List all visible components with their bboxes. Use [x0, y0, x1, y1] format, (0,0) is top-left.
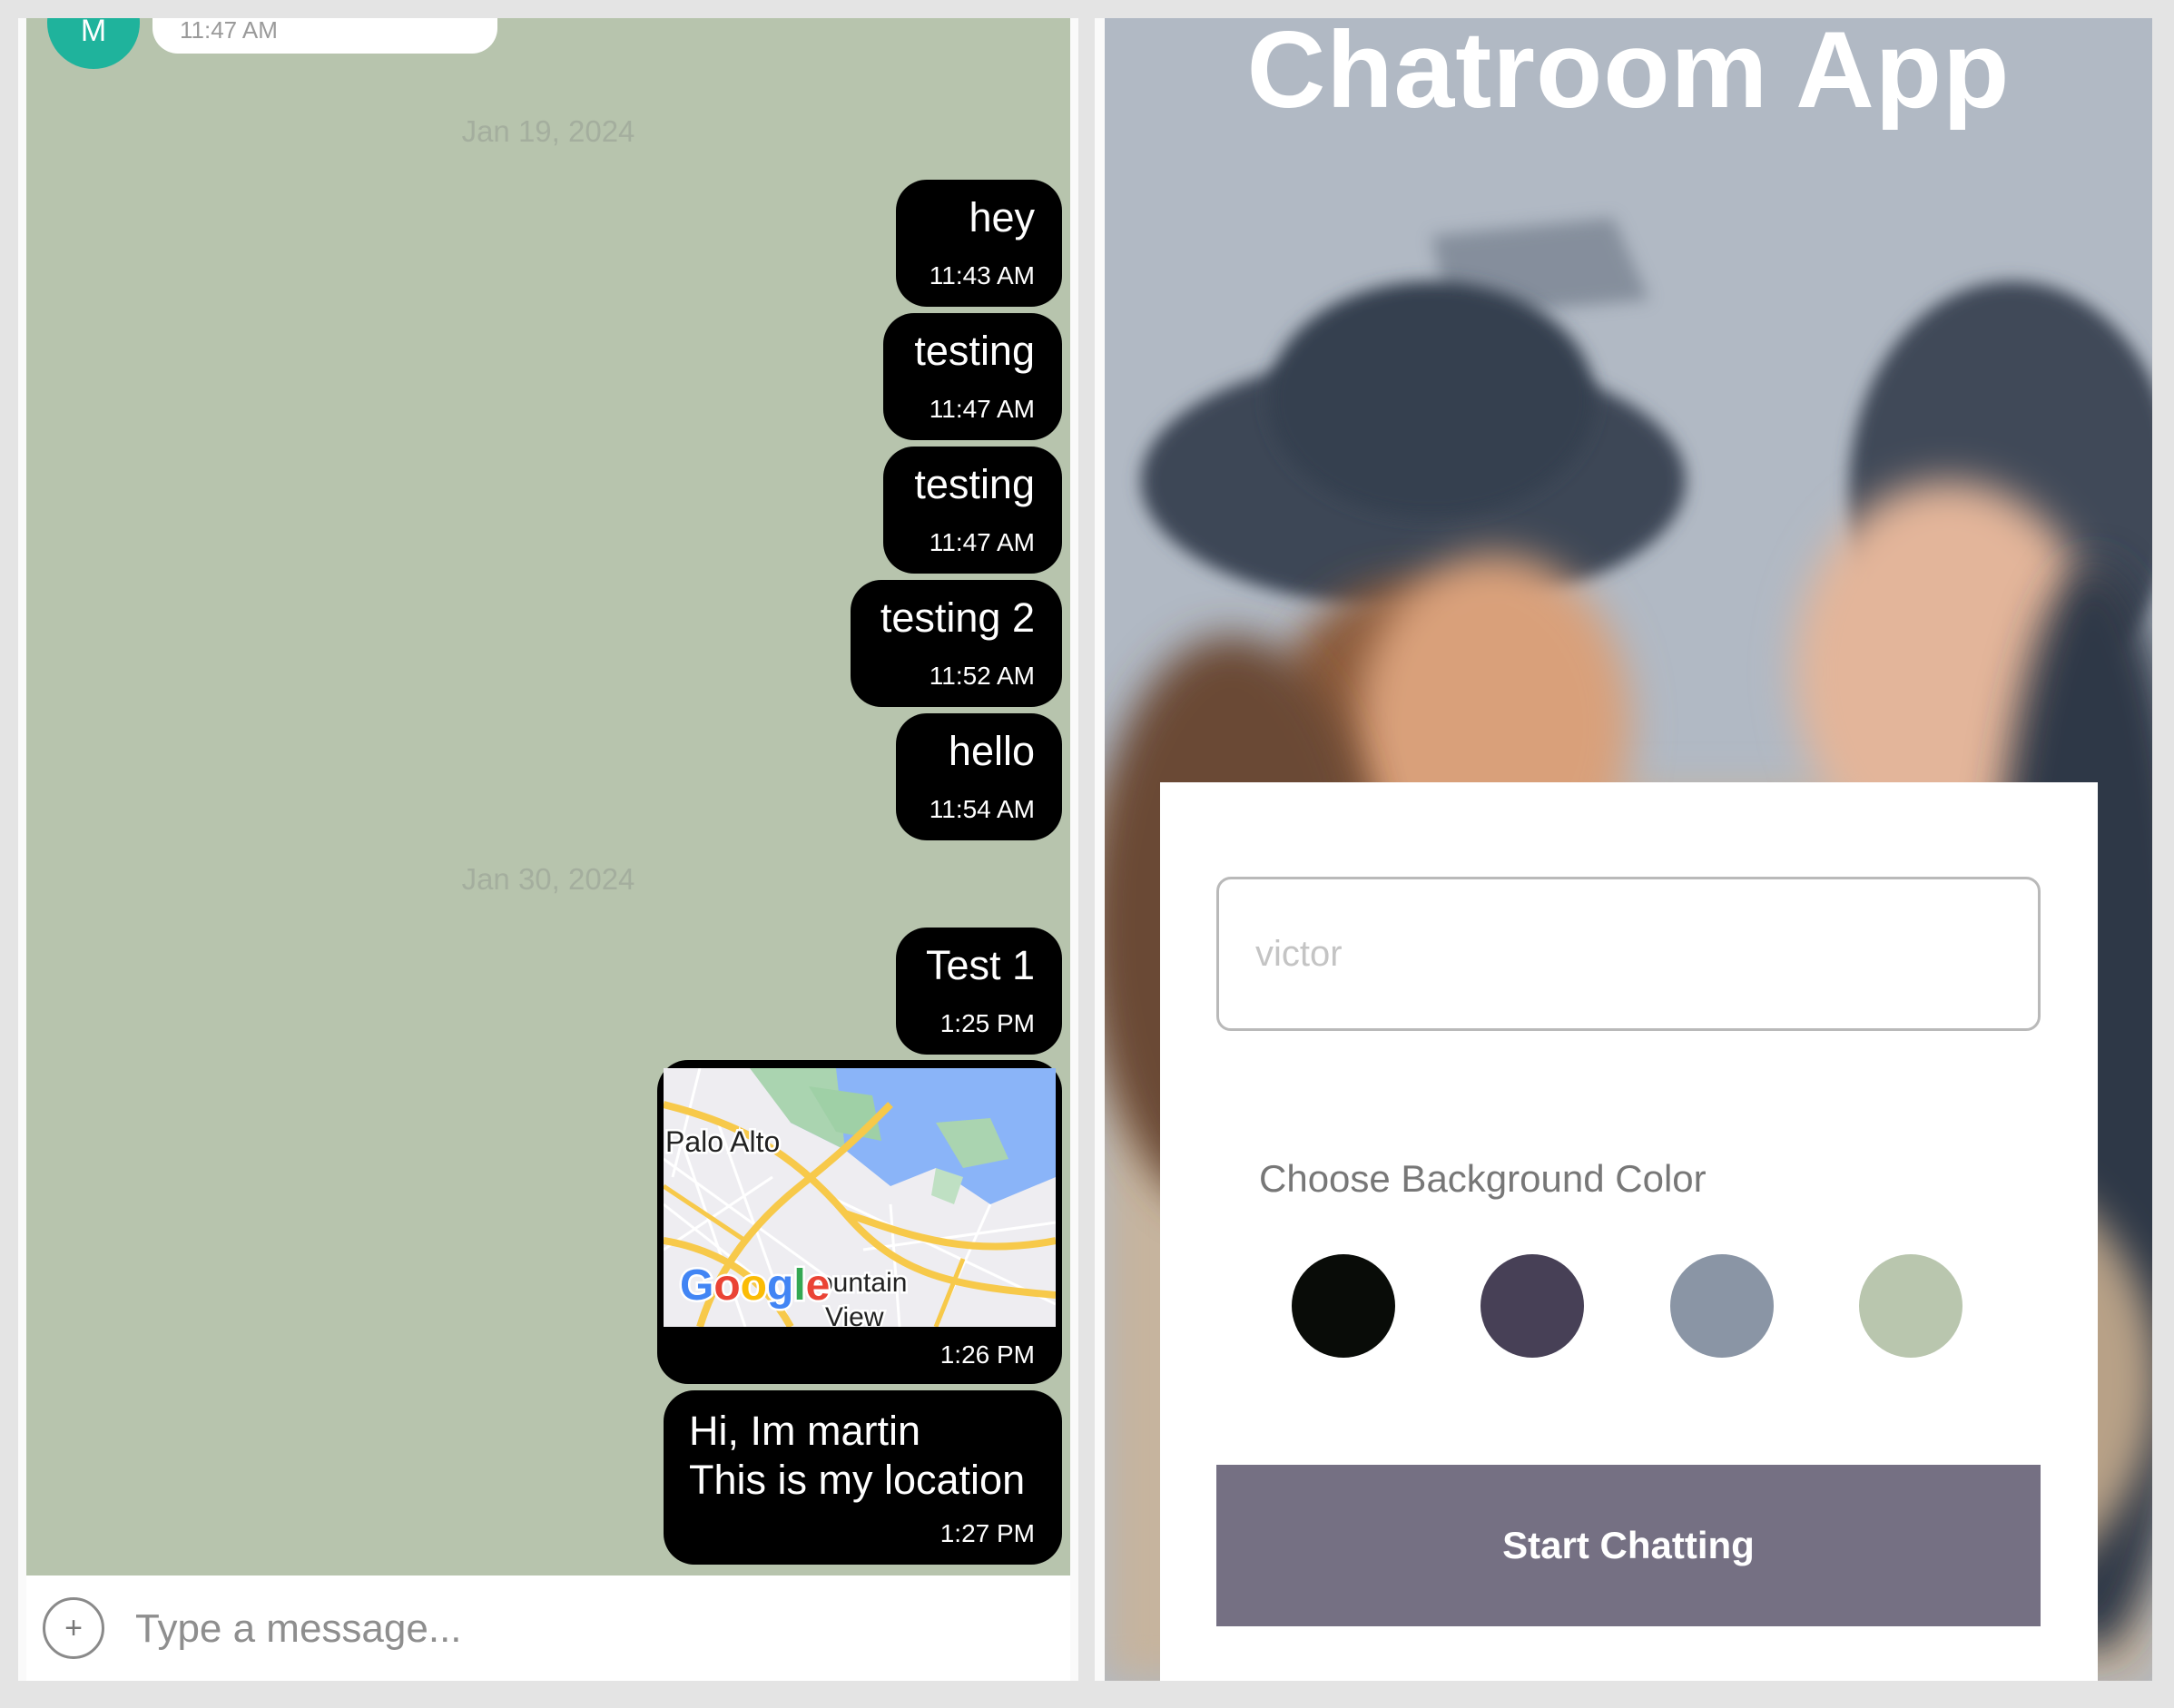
date-separator: Jan 19, 2024 [461, 114, 635, 148]
map-label-mountain: ountain [818, 1268, 907, 1298]
location-map[interactable]: Palo Alto ountain View Google [664, 1068, 1056, 1327]
color-swatch-purple[interactable] [1480, 1254, 1584, 1358]
sent-message-bubble[interactable]: testing 11:47 AM [883, 447, 1062, 574]
svg-text:Google: Google [680, 1261, 830, 1310]
google-logo: Google [678, 1260, 832, 1312]
start-screen: Chatroom App Choose Background Color Sta… [1095, 18, 2152, 1681]
message-time: 11:43 AM [929, 261, 1035, 290]
message-time: 11:52 AM [929, 662, 1035, 690]
message-text-line: Hi, Im martin [689, 1408, 921, 1454]
message-text: hey [969, 194, 1035, 240]
background-color-label: Choose Background Color [1259, 1157, 1707, 1200]
message-time: 1:25 PM [939, 1009, 1035, 1037]
location-message-bubble[interactable]: Palo Alto ountain View Google 1:26 PM [657, 1060, 1062, 1384]
app-title: Chatroom App [1246, 18, 2011, 131]
map-label-view: View [825, 1302, 884, 1327]
message-text-line: This is my location [689, 1457, 1026, 1503]
sent-message-bubble[interactable]: hello 11:54 AM [896, 713, 1062, 840]
start-form-card: Choose Background Color Start Chatting [1160, 782, 2098, 1681]
background-image: Chatroom App Choose Background Color Sta… [1105, 18, 2152, 1681]
received-message-bubble: 11:47 AM [152, 18, 497, 54]
message-time: 11:47 AM [929, 528, 1035, 556]
message-time: 11:47 AM [929, 395, 1035, 423]
message-text: Test 1 [925, 942, 1035, 988]
color-swatch-black[interactable] [1292, 1254, 1395, 1358]
name-input[interactable] [1216, 877, 2041, 1031]
message-time: 11:54 AM [929, 795, 1035, 823]
message-text: testing 2 [880, 594, 1035, 641]
chat-message-area[interactable]: M 11:47 AM Jan 19, 2024 hey 11:43 AM tes… [26, 18, 1070, 1575]
message-input-bar: + [26, 1575, 1070, 1681]
message-time: 1:27 PM [939, 1519, 1035, 1547]
avatar[interactable]: M [47, 18, 140, 69]
sent-message-bubble[interactable]: testing 11:47 AM [883, 313, 1062, 440]
message-time: 11:47 AM [180, 18, 278, 44]
message-time: 1:26 PM [939, 1340, 1035, 1369]
message-input[interactable] [133, 1599, 1045, 1659]
chat-screen: M 11:47 AM Jan 19, 2024 hey 11:43 AM tes… [18, 18, 1078, 1681]
sent-message-bubble[interactable]: hey 11:43 AM [896, 180, 1062, 307]
color-swatch-green[interactable] [1859, 1254, 1963, 1358]
sent-message-bubble[interactable]: Test 1 1:25 PM [896, 928, 1062, 1055]
start-chatting-button[interactable]: Start Chatting [1216, 1465, 2041, 1626]
map-label-palo-alto: Palo Alto [665, 1125, 780, 1158]
sent-message-bubble[interactable]: testing 2 11:52 AM [851, 580, 1062, 707]
sent-message-bubble[interactable]: Hi, Im martin This is my location 1:27 P… [664, 1390, 1062, 1565]
color-swatch-blue-gray[interactable] [1670, 1254, 1774, 1358]
message-text: testing [914, 328, 1035, 374]
plus-circle-icon[interactable]: + [43, 1597, 104, 1659]
message-text: hello [948, 728, 1035, 774]
message-text: Hi, Im martin This is my location [689, 1407, 1025, 1505]
date-separator: Jan 30, 2024 [461, 862, 635, 896]
message-text: testing [914, 461, 1035, 507]
